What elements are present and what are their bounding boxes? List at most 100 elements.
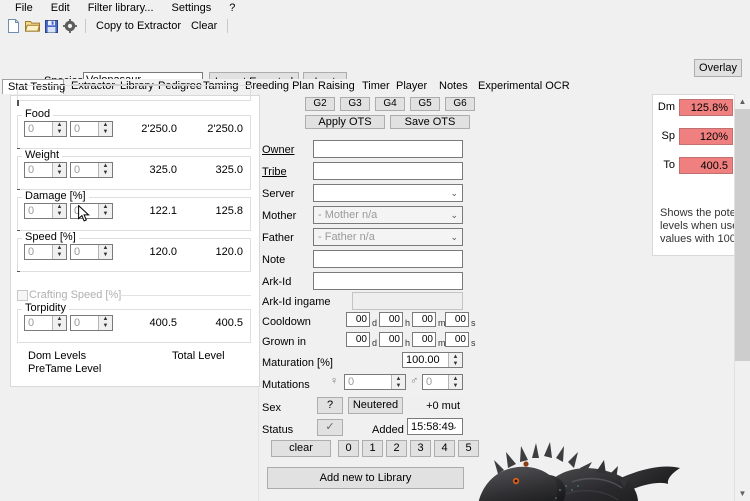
copy-to-extractor-button[interactable]: Copy to Extractor [91, 20, 186, 32]
status-button[interactable]: ✓ [317, 419, 343, 436]
stat-dom-spinner-damage[interactable]: ▲ ▼ [98, 204, 112, 218]
add-new-to-library-button[interactable]: Add new to Library [267, 467, 464, 489]
apply-ots-button[interactable]: Apply OTS [305, 115, 385, 129]
dom-levels-label: Dom Levels [28, 350, 87, 362]
stat-wild-level-food[interactable]: 0 ▲ ▼ [24, 121, 67, 137]
menu-item-edit[interactable]: Edit [42, 0, 79, 16]
owner-input[interactable] [313, 140, 463, 158]
mother-combobox[interactable]: - Mother n/a ⌄ [313, 206, 463, 224]
stat-wild-level-speed[interactable]: 0 ▲ ▼ [24, 244, 67, 260]
arkid-ingame-input[interactable] [352, 292, 463, 310]
rating-button-4[interactable]: 4 [434, 440, 455, 457]
mutations-female-spinner[interactable]: ▲ ▼ [391, 375, 405, 389]
stat-wild-spinner-torpidity[interactable]: ▲ ▼ [52, 316, 66, 330]
stat-dom-spinner-speed[interactable]: ▲ ▼ [98, 245, 112, 259]
menu-item-help[interactable]: ? [220, 0, 244, 16]
scroll-up-arrow-icon[interactable]: ▲ [735, 94, 750, 109]
rating-button-1[interactable]: 1 [362, 440, 383, 457]
settings-gear-icon[interactable] [61, 17, 79, 35]
father-combobox[interactable]: - Father n/a ⌄ [313, 228, 463, 246]
potential-label-sp: Sp [661, 130, 675, 142]
rating-button-3[interactable]: 3 [410, 440, 431, 457]
stat-dom-level-food[interactable]: 0 ▲ ▼ [70, 121, 113, 137]
added-time-value: 15:58:49 [411, 421, 454, 433]
tribe-input[interactable] [313, 162, 463, 180]
menu-item-filter-library[interactable]: Filter library... [79, 0, 163, 16]
ark-smart-breeding-window: File Edit Filter library... Settings ? C… [0, 0, 750, 501]
grown-in-days[interactable]: 00 [346, 332, 370, 347]
maturation-spinner[interactable]: ▲ ▼ [448, 353, 462, 367]
grown-in-hours[interactable]: 00 [379, 332, 403, 347]
rating-button-0[interactable]: 0 [338, 440, 359, 457]
clear-rating-button[interactable]: clear [271, 440, 331, 457]
toolbar: Copy to Extractor Clear [0, 16, 750, 36]
tab-notes[interactable]: Notes [434, 79, 473, 94]
stat-dom-level-torpidity[interactable]: 0 ▲ ▼ [70, 315, 113, 331]
mutations-male-spinner[interactable]: ▲ ▼ [448, 375, 462, 389]
stat-dom-spinner-weight[interactable]: ▲ ▼ [98, 163, 112, 177]
tab-raising[interactable]: Raising [313, 79, 360, 94]
status-label: Status [262, 424, 294, 436]
chevron-down-icon: ⌄ [450, 188, 458, 198]
arkid-input[interactable] [313, 272, 463, 290]
grown-in-seconds[interactable]: 00 [445, 332, 469, 347]
server-combobox[interactable]: ⌄ [313, 184, 463, 202]
vertical-scrollbar[interactable]: ▲ ▼ [734, 94, 750, 501]
cooldown-minutes[interactable]: 00 [412, 312, 436, 327]
stat-wild-level-damage[interactable]: 0 ▲ ▼ [24, 203, 67, 219]
scroll-down-arrow-icon[interactable]: ▼ [735, 486, 750, 501]
ots-button-g6[interactable]: G6 [445, 97, 475, 111]
menu-item-file[interactable]: File [6, 0, 42, 16]
cooldown-seconds[interactable]: 00 [445, 312, 469, 327]
mutations-female-value: 0 [348, 376, 355, 388]
stat-dom-spinner-food[interactable]: ▲ ▼ [98, 122, 112, 136]
overlay-button[interactable]: Overlay [694, 59, 742, 77]
cooldown-hours[interactable]: 00 [379, 312, 403, 327]
tab-breeding-plan[interactable]: Breeding Plan [240, 79, 319, 94]
stat-wild-spinner-damage[interactable]: ▲ ▼ [52, 204, 66, 218]
stat-wild-spinner-speed[interactable]: ▲ ▼ [52, 245, 66, 259]
added-time-combobox[interactable]: 15:58:49 ⌄ [407, 418, 463, 435]
stat-wild-spinner-weight[interactable]: ▲ ▼ [52, 163, 66, 177]
menu-item-settings[interactable]: Settings [163, 0, 221, 16]
owner-label[interactable]: Owner [262, 144, 294, 156]
save-disk-icon[interactable] [42, 17, 60, 35]
mouse-cursor [78, 205, 90, 222]
scrollbar-thumb[interactable] [735, 109, 750, 361]
save-ots-button[interactable]: Save OTS [390, 115, 470, 129]
chevron-down-icon: ⌄ [450, 421, 458, 431]
open-folder-icon[interactable] [23, 17, 41, 35]
new-file-icon[interactable] [4, 17, 22, 35]
stat-dom-level-damage[interactable]: 0 ▲ ▼ [70, 203, 113, 219]
stat-wild-level-torpidity[interactable]: 0 ▲ ▼ [24, 315, 67, 331]
maturation-input[interactable]: 100.00 ▲ ▼ [402, 352, 463, 368]
creature-details-panel: G2 G3 G4 G5 G6 Apply OTS Save OTS Owner … [262, 94, 480, 501]
ots-button-g2[interactable]: G2 [305, 97, 335, 111]
mutations-female-input[interactable]: 0 ▲ ▼ [344, 374, 406, 390]
ots-button-g3[interactable]: G3 [340, 97, 370, 111]
note-input[interactable] [313, 250, 463, 268]
tribe-label[interactable]: Tribe [262, 166, 287, 178]
clear-button[interactable]: Clear [186, 20, 222, 32]
rating-button-2[interactable]: 2 [386, 440, 407, 457]
tab-timer[interactable]: Timer [357, 79, 395, 94]
tab-experimental-ocr[interactable]: Experimental OCR [473, 79, 575, 94]
grown-in-days-unit: d [372, 338, 378, 348]
mutation-counter: +0 mut [407, 397, 463, 414]
stat-dom-level-speed[interactable]: 0 ▲ ▼ [70, 244, 113, 260]
stat-wild-level-weight-value: 0 [28, 164, 35, 176]
stat-dom-level-weight[interactable]: 0 ▲ ▼ [70, 162, 113, 178]
mutations-male-input[interactable]: 0 ▲ ▼ [422, 374, 463, 390]
tab-player[interactable]: Player [391, 79, 432, 94]
potential-value-to: 400.5 [679, 157, 733, 174]
stat-partial-bar-a [71, 84, 126, 86]
sex-button[interactable]: ? [317, 397, 343, 414]
cooldown-days[interactable]: 00 [346, 312, 370, 327]
stat-wild-level-weight[interactable]: 0 ▲ ▼ [24, 162, 67, 178]
ots-button-g5[interactable]: G5 [410, 97, 440, 111]
neutered-button[interactable]: Neutered [348, 397, 403, 414]
stat-wild-spinner-food[interactable]: ▲ ▼ [52, 122, 66, 136]
grown-in-minutes[interactable]: 00 [412, 332, 436, 347]
stat-dom-spinner-torpidity[interactable]: ▲ ▼ [98, 316, 112, 330]
ots-button-g4[interactable]: G4 [375, 97, 405, 111]
